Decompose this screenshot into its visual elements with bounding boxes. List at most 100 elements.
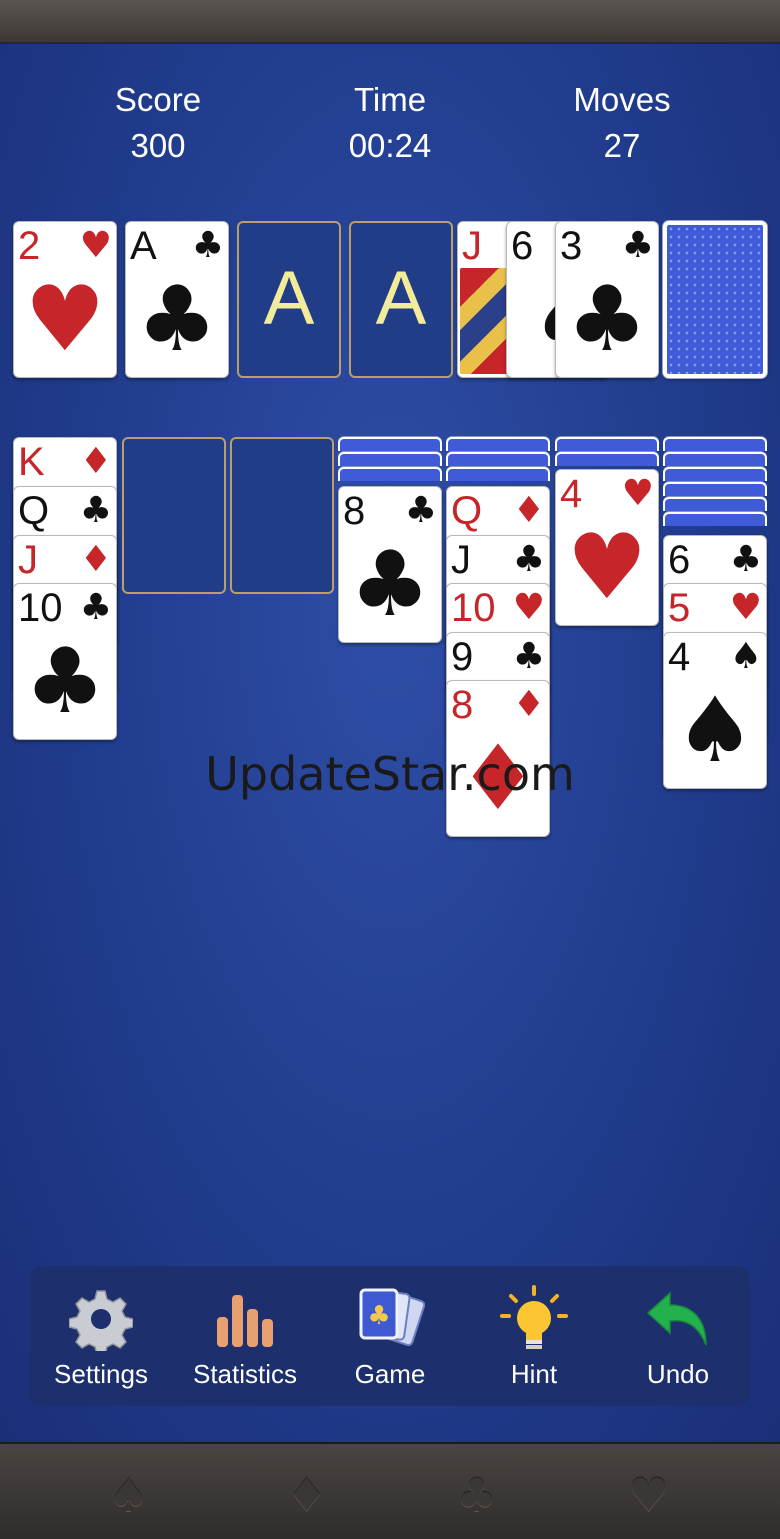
diamond-icon: ♦ xyxy=(512,490,545,531)
card-rank: J xyxy=(18,538,38,582)
settings-label: Settings xyxy=(54,1359,148,1389)
face-down-card xyxy=(446,452,550,466)
face-down-card xyxy=(555,452,659,466)
club-icon: ♣ xyxy=(512,636,545,677)
face-down-card xyxy=(446,437,550,451)
time-display: Time 00:24 xyxy=(290,80,490,172)
statistics-button[interactable]: Statistics xyxy=(175,1280,315,1400)
card-rank: Q xyxy=(451,489,483,533)
card-rank: 4 xyxy=(560,472,583,516)
foundation-placeholder: A xyxy=(263,256,315,341)
club-icon: ♣ xyxy=(621,225,654,266)
undo-arrow-icon xyxy=(608,1280,748,1358)
club-icon: ♣ xyxy=(512,539,545,580)
card-rank: J xyxy=(451,538,471,582)
tableau-card[interactable]: 4 ♥ ♥ xyxy=(555,469,659,626)
card-rank: 2 xyxy=(18,224,41,268)
foundation-card-hearts[interactable]: 2 ♥ ♥ xyxy=(13,221,117,378)
card-rank: 10 xyxy=(451,586,496,630)
heart-icon: ♥ xyxy=(621,473,654,514)
lightbulb-icon xyxy=(464,1280,604,1358)
heart-icon: ♥ xyxy=(512,587,545,628)
card-rank: 5 xyxy=(668,586,691,630)
moves-display: Moves 27 xyxy=(522,80,722,172)
heart-icon: ♥ xyxy=(24,267,106,372)
settings-button[interactable]: Settings xyxy=(31,1280,171,1400)
card-rank: 8 xyxy=(451,683,474,727)
club-icon: ♣ xyxy=(349,532,431,637)
diamond-icon: ♦ xyxy=(512,684,545,725)
face-down-card xyxy=(663,482,767,496)
card-rank: Q xyxy=(18,489,50,533)
undo-label: Undo xyxy=(646,1359,710,1389)
moves-value: 27 xyxy=(603,127,641,164)
spade-icon: ♠ xyxy=(729,636,762,677)
top-wood-bar xyxy=(0,0,780,44)
heart-icon: ♥ xyxy=(79,225,112,266)
tableau-card[interactable]: 8 ♣ ♣ xyxy=(338,486,442,643)
diamond-icon: ♦ xyxy=(286,1468,328,1522)
card-rank: A xyxy=(130,224,157,268)
game-label: Game xyxy=(354,1359,426,1389)
face-down-card xyxy=(663,512,767,526)
diamond-icon: ♦ xyxy=(79,539,112,580)
card-rank: 3 xyxy=(560,224,583,268)
club-icon: ♣ xyxy=(729,539,762,580)
statistics-label: Statistics xyxy=(192,1359,298,1389)
tableau-slot-empty-3[interactable] xyxy=(230,437,334,594)
card-rank: K xyxy=(18,440,45,484)
heart-icon: ♥ xyxy=(566,515,648,620)
face-down-card xyxy=(446,467,550,481)
face-down-card xyxy=(663,452,767,466)
gear-icon xyxy=(31,1280,171,1358)
card-rank: 4 xyxy=(668,635,691,679)
score-value: 300 xyxy=(130,127,186,164)
watermark-text: UpdateStar.com xyxy=(205,747,575,801)
bar-chart-icon xyxy=(175,1280,315,1358)
club-icon: ♣ xyxy=(404,490,437,531)
card-rank: 9 xyxy=(451,635,474,679)
stock-pile[interactable] xyxy=(663,221,767,378)
club-icon: ♣ xyxy=(79,587,112,628)
club-icon: ♣ xyxy=(24,629,106,734)
foundation-slot-empty-1[interactable]: A xyxy=(237,221,341,378)
face-down-card xyxy=(555,437,659,451)
face-down-card xyxy=(338,437,442,451)
time-value: 00:24 xyxy=(348,127,432,164)
tableau-card[interactable]: 10 ♣ ♣ xyxy=(13,583,117,740)
moves-label: Moves xyxy=(573,81,671,118)
waste-card-top[interactable]: 3 ♣ ♣ xyxy=(555,221,659,378)
undo-button[interactable]: Undo xyxy=(608,1280,748,1400)
face-down-card xyxy=(338,452,442,466)
hint-label: Hint xyxy=(510,1359,558,1389)
foundation-slot-empty-2[interactable]: A xyxy=(349,221,453,378)
card-rank: J xyxy=(462,224,482,268)
game-button[interactable]: ♣ Game xyxy=(320,1280,460,1400)
heart-icon: ♥ xyxy=(729,587,762,628)
svg-text:♣: ♣ xyxy=(367,1301,390,1331)
face-down-card xyxy=(663,467,767,481)
time-label: Time xyxy=(353,81,427,118)
card-rank: 6 xyxy=(511,224,534,268)
cards-icon: ♣ xyxy=(320,1280,460,1358)
foundation-card-clubs[interactable]: A ♣ ♣ xyxy=(125,221,229,378)
face-down-card xyxy=(663,497,767,511)
spade-icon: ♠ xyxy=(108,1468,150,1522)
score-display: Score 300 xyxy=(58,80,258,172)
tableau-slot-empty-2[interactable] xyxy=(122,437,226,594)
diamond-icon: ♦ xyxy=(79,441,112,482)
card-rank: 10 xyxy=(18,586,63,630)
club-icon: ♣ xyxy=(136,267,218,372)
club-icon: ♣ xyxy=(566,267,648,372)
face-down-card xyxy=(338,467,442,481)
jack-face-image xyxy=(460,268,510,374)
card-rank: 6 xyxy=(668,538,691,582)
score-label: Score xyxy=(114,81,202,118)
heart-icon: ♥ xyxy=(628,1468,670,1522)
club-icon: ♣ xyxy=(79,490,112,531)
foundation-placeholder: A xyxy=(375,256,427,341)
club-icon: ♣ xyxy=(456,1468,498,1522)
hint-button[interactable]: Hint xyxy=(464,1280,604,1400)
club-icon: ♣ xyxy=(191,225,224,266)
card-rank: 8 xyxy=(343,489,366,533)
